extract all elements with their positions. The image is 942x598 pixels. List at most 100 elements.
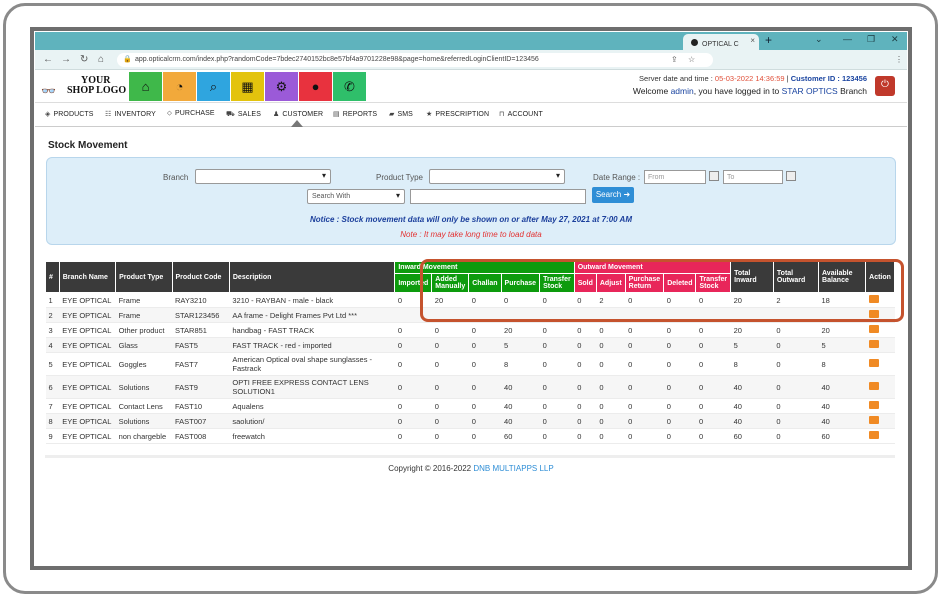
back-icon[interactable]: ← [43, 54, 53, 65]
col-product-code[interactable]: Product Code [171, 261, 230, 293]
settings-quick-button[interactable]: ⚙ [265, 72, 298, 101]
table-cell: EYE OPTICAL [59, 413, 116, 429]
product-type-select[interactable]: ▾ [429, 169, 565, 184]
nav-inventory[interactable]: ☷ INVENTORY [105, 110, 156, 118]
table-cell: 0 [574, 352, 597, 376]
table-cell: handbag - FAST TRACK [229, 322, 395, 338]
apps-quick-button[interactable]: ▦ [231, 72, 264, 101]
col-product-type[interactable]: Product Type [115, 261, 173, 293]
calendar-icon[interactable] [709, 171, 719, 181]
nav-products[interactable]: ◈ PRODUCTS [45, 110, 94, 118]
shop-logo[interactable]: 👓 YOUR SHOP LOGO [41, 74, 129, 100]
forward-icon[interactable]: → [61, 54, 71, 65]
action-cell [865, 352, 895, 376]
nav-account[interactable]: ⊓ ACCOUNT [499, 110, 543, 118]
table-row: 9 EYE OPTICAL non chargeble FAST008 freewatc… [45, 428, 895, 444]
power-icon: ⏻ [881, 79, 889, 90]
maximize-icon[interactable]: ❐ [867, 34, 875, 45]
reload-icon[interactable]: ↻ [80, 54, 88, 65]
search-input[interactable] [410, 189, 586, 204]
table-cell: FAST TRACK - red - imported [229, 337, 395, 353]
nav-customer[interactable]: ♟ CUSTOMER [273, 110, 323, 118]
table-row: 7 EYE OPTICAL Contact Lens FAST10 Aqualens 0 0… [45, 398, 895, 414]
horizontal-scrollbar[interactable] [45, 455, 895, 458]
table-cell: 0 [695, 428, 731, 444]
whatsapp-quick-button[interactable]: ✆ [333, 72, 366, 101]
date-from-input[interactable]: From [644, 170, 706, 184]
browser-menu-icon[interactable]: ⋮ [895, 55, 903, 64]
nav-sms[interactable]: ▰ SMS [389, 110, 413, 118]
screenshot-canvas: OPTICAL C × + ⌄ — ❐ ✕ ← → ↻ ⌂ 🔒 app.optica… [0, 0, 942, 598]
logout-button[interactable]: ⏻ [875, 76, 895, 96]
favicon-icon [691, 39, 698, 46]
close-tab-icon[interactable]: × [750, 36, 755, 45]
gear-icon: ⚙ [275, 78, 288, 94]
company-link[interactable]: DNB MULTIAPPS LLP [473, 464, 553, 473]
table-cell: EYE OPTICAL [59, 375, 116, 399]
table-cell: Glass [115, 337, 172, 353]
edit-icon[interactable] [868, 431, 879, 439]
main-nav: ◈ PRODUCTS ☷ INVENTORY ⬦ PURCHASE ⛟ SALES ♟ C… [35, 103, 907, 127]
table-cell: 0 [539, 322, 575, 338]
edit-icon[interactable] [868, 401, 879, 409]
username[interactable]: admin [671, 86, 694, 96]
tags-icon: ⬦ [167, 110, 172, 117]
home-quick-button[interactable]: ⌂ [129, 72, 162, 101]
edit-icon[interactable] [868, 340, 879, 348]
table-cell: 0 [773, 398, 819, 414]
nav-prescription[interactable]: ★ PRESCRIPTION [426, 110, 489, 118]
search-quick-button[interactable]: ⌕ [197, 72, 230, 101]
table-cell: 0 [773, 428, 819, 444]
welcome-post: Branch [840, 86, 867, 96]
table-cell: 0 [695, 413, 731, 429]
tab-search-icon[interactable]: ⌄ [815, 34, 823, 45]
table-cell: 0 [468, 375, 502, 399]
search-with-value: Search With [312, 193, 351, 200]
table-cell: Frame [115, 307, 172, 323]
bookmark-star-icon[interactable]: ☆ [688, 55, 695, 64]
table-cell: 0 [663, 428, 696, 444]
action-cell [865, 398, 895, 414]
url-text: app.opticalcrm.com/index.php?randomCode=… [135, 56, 539, 63]
new-tab-icon[interactable]: + [765, 33, 772, 47]
search-button[interactable]: Search ➜ [592, 187, 634, 203]
table-cell: 0 [596, 428, 626, 444]
table-cell: 0 [431, 352, 469, 376]
server-label: Server date and time : [639, 74, 713, 83]
edit-icon[interactable] [868, 325, 879, 333]
nav-inventory-label: INVENTORY [114, 111, 156, 118]
share-icon[interactable]: ⇪ [671, 55, 678, 64]
table-cell: 0 [695, 398, 731, 414]
nav-reports[interactable]: ▤ REPORTS [333, 110, 377, 118]
table-cell: 9 [45, 428, 60, 444]
home-icon[interactable]: ⌂ [98, 54, 104, 65]
table-cell: 0 [625, 352, 664, 376]
url-field[interactable]: 🔒 app.opticalcrm.com/index.php?randomCode… [117, 53, 713, 67]
col-branch[interactable]: Branch Name [58, 261, 117, 293]
table-cell: 0 [596, 413, 626, 429]
dashboard-quick-button[interactable]: ◔ [163, 72, 196, 101]
logo-line2: SHOP LOGO [67, 85, 127, 96]
action-cell [865, 322, 895, 338]
edit-icon[interactable] [868, 382, 879, 390]
table-cell: 60 [501, 428, 540, 444]
table-cell: 0 [574, 322, 597, 338]
table-cell: freewatch [229, 428, 395, 444]
date-to-input[interactable]: To [723, 170, 783, 184]
minimize-icon[interactable]: — [843, 34, 852, 44]
browser-tab[interactable]: OPTICAL C × [683, 34, 759, 50]
nav-purchase[interactable]: ⬦ PURCHASE [167, 110, 215, 118]
chevron-down-icon: ▾ [555, 171, 560, 180]
nav-sales[interactable]: ⛟ SALES [226, 110, 261, 119]
close-window-icon[interactable]: ✕ [891, 34, 899, 45]
col-description[interactable]: Description [228, 261, 396, 293]
edit-icon[interactable] [868, 416, 879, 424]
table-cell: 0 [695, 337, 731, 353]
edit-icon[interactable] [868, 359, 879, 367]
chevron-down-icon: ▾ [321, 171, 326, 180]
search-with-select[interactable]: Search With ▾ [307, 189, 405, 204]
calendar-icon[interactable] [786, 171, 796, 181]
user-quick-button[interactable]: ● [299, 72, 332, 101]
table-cell: 0 [663, 375, 696, 399]
branch-select[interactable]: ▾ [195, 169, 331, 184]
